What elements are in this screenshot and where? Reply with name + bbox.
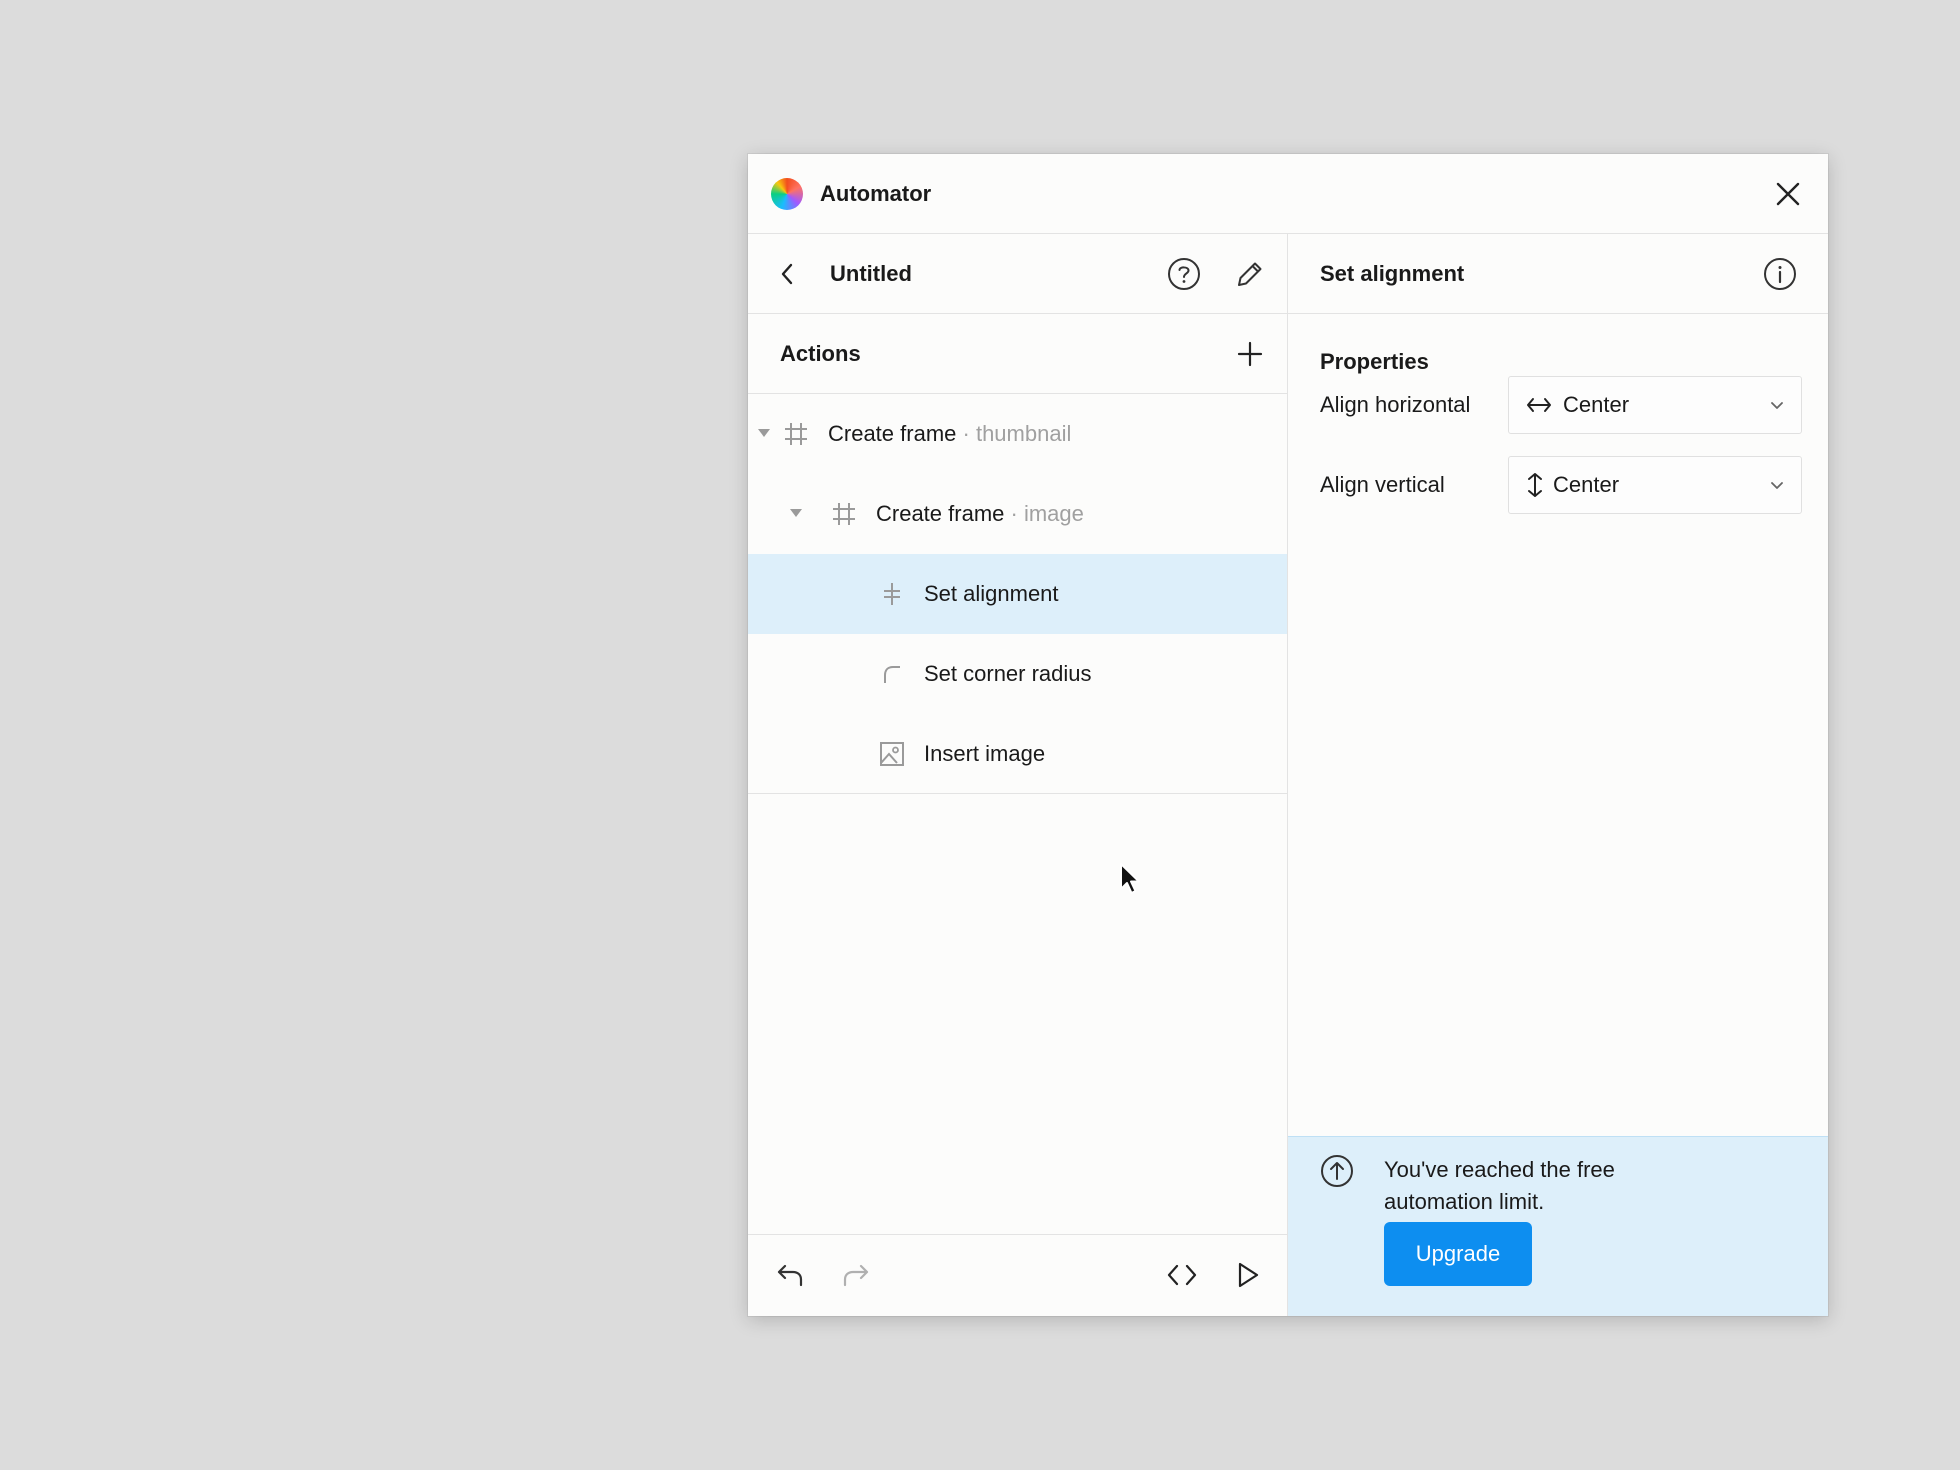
horizontal-arrows-icon [1525, 391, 1553, 419]
image-icon [876, 738, 908, 770]
select-value: Center [1553, 472, 1620, 497]
code-button[interactable] [1160, 1253, 1204, 1297]
mouse-cursor-icon [1120, 863, 1140, 894]
upgrade-banner: You've reached the free automation limit… [1288, 1136, 1828, 1316]
document-title[interactable]: Untitled [830, 260, 912, 288]
caret-down-icon[interactable] [790, 509, 802, 517]
tree-item-create-frame-thumbnail[interactable]: Create frame · thumbnail [748, 394, 1287, 474]
vertical-arrows-icon [1525, 471, 1545, 499]
tree-item-label: Create frame [828, 421, 957, 446]
alignment-icon [876, 578, 908, 610]
bottom-toolbar [748, 1234, 1287, 1316]
tree-item-insert-image[interactable]: Insert image [748, 714, 1287, 794]
align-horizontal-label: Align horizontal [1320, 392, 1471, 417]
tree-item-label: Set alignment [924, 581, 1059, 606]
panel-header: Set alignment [1288, 234, 1828, 314]
upgrade-button[interactable]: Upgrade [1384, 1222, 1532, 1286]
caret-down-icon[interactable] [758, 429, 770, 437]
chevron-down-icon [1771, 482, 1783, 489]
properties-panel: Set alignment Properties Align horizonta… [1288, 234, 1828, 1316]
align-vertical-select[interactable]: Center [1508, 456, 1802, 514]
corner-radius-icon [876, 658, 908, 690]
tree-item-label: Create frame [876, 501, 1005, 526]
redo-button[interactable] [834, 1253, 878, 1297]
app-title: Automator [820, 181, 932, 206]
help-icon [1168, 258, 1200, 290]
back-button[interactable] [768, 254, 808, 294]
chevron-left-icon [781, 263, 793, 285]
info-icon [1764, 258, 1796, 290]
add-action-button[interactable] [1228, 332, 1272, 376]
actions-label: Actions [780, 341, 861, 366]
undo-icon [777, 1264, 803, 1287]
align-horizontal-select[interactable]: Center [1508, 376, 1802, 434]
redo-icon [843, 1264, 869, 1287]
play-icon [1238, 1262, 1259, 1288]
info-button[interactable] [1758, 252, 1802, 296]
align-vertical-label: Align vertical [1320, 472, 1445, 497]
tree-item-create-frame-image[interactable]: Create frame · image [748, 474, 1287, 554]
arrow-up-circle-icon [1321, 1155, 1353, 1187]
close-button[interactable] [1768, 174, 1808, 214]
undo-button[interactable] [768, 1253, 812, 1297]
actions-header: Actions [748, 314, 1287, 394]
code-icon [1167, 1264, 1197, 1286]
document-header: Untitled [748, 234, 1287, 314]
select-value: Center [1563, 392, 1630, 417]
close-icon [1776, 182, 1800, 206]
title-bar: Automator [748, 154, 1828, 234]
frame-hash-icon [780, 418, 812, 450]
actions-tree: Create frame · thumbnail Create frame · … [748, 394, 1287, 794]
pencil-icon [1238, 262, 1262, 286]
tree-item-sublabel: · image [1010, 501, 1084, 526]
app-logo [771, 178, 803, 210]
tree-item-label: Set corner radius [924, 661, 1092, 686]
chevron-down-icon [1771, 402, 1783, 409]
tree-item-sublabel: · thumbnail [962, 421, 1072, 446]
frame-hash-icon [828, 498, 860, 530]
actions-panel: Untitled Actions Create frame · thumbnai… [748, 234, 1288, 1316]
tree-item-set-alignment[interactable]: Set alignment [748, 554, 1287, 634]
tree-item-set-corner-radius[interactable]: Set corner radius [748, 634, 1287, 714]
tree-item-label: Insert image [924, 741, 1046, 766]
help-button[interactable] [1162, 252, 1206, 296]
run-button[interactable] [1226, 1253, 1270, 1297]
panel-title: Set alignment [1320, 261, 1465, 286]
edit-button[interactable] [1228, 252, 1272, 296]
upgrade-message: You've reached the free automation limit… [1384, 1157, 1615, 1214]
plus-icon [1237, 341, 1263, 367]
properties-heading: Properties [1320, 349, 1429, 374]
automator-window: Automator Untitled Actions Create frame … [748, 154, 1828, 1316]
